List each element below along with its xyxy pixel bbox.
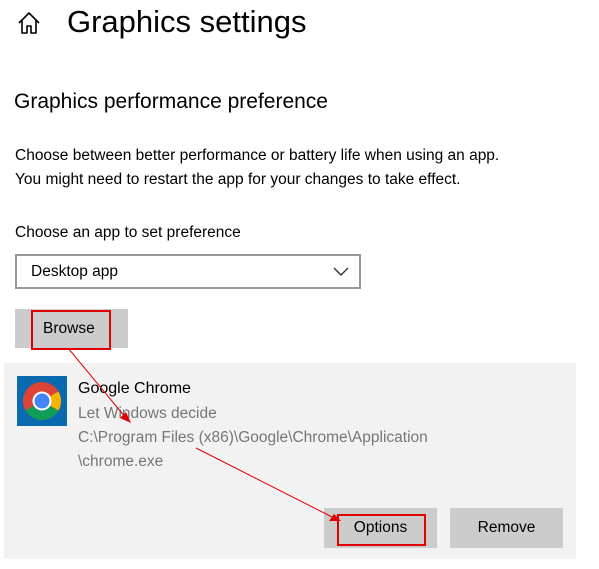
browse-button[interactable]: Browse [15,309,128,348]
app-path-line: \chrome.exe [78,453,164,470]
options-button[interactable]: Options [324,508,437,548]
graphics-settings-page: Graphics settings Graphics performance p… [0,0,599,569]
app-preference: Let Windows decide [78,405,217,422]
chevron-down-icon [333,267,349,276]
app-type-dropdown[interactable]: Desktop app [15,254,361,289]
home-icon[interactable] [16,10,42,36]
remove-button[interactable]: Remove [450,508,563,548]
section-description: Choose between better performance or bat… [15,144,590,192]
app-path: C:\Program Files (x86)\Google\Chrome\App… [78,426,428,474]
chrome-icon [17,376,67,426]
description-line: You might need to restart the app for yo… [15,171,461,188]
description-line: Choose between better performance or bat… [15,147,500,164]
app-name: Google Chrome [78,380,191,397]
browse-button-label: Browse [43,320,95,337]
section-title: Graphics performance preference [14,90,328,113]
app-chooser-label: Choose an app to set preference [15,224,241,241]
page-title: Graphics settings [67,4,307,39]
app-type-selected-value: Desktop app [31,263,119,280]
app-list-item[interactable]: Google Chrome Let Windows decide C:\Prog… [4,363,576,559]
app-path-line: C:\Program Files (x86)\Google\Chrome\App… [78,429,428,446]
